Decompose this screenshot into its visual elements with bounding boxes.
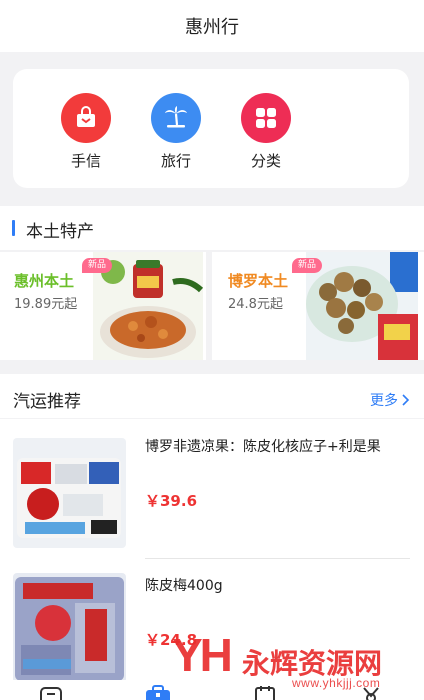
chevron-right-icon: [402, 394, 410, 406]
specialty-price: 24.8元起: [228, 297, 283, 312]
section-accent-bar: [12, 220, 15, 236]
product-item[interactable]: 博罗非遗凉果：陈皮化核应子+利是果 ￥39.6: [0, 419, 424, 559]
specialty-section-header: 本土特产: [0, 206, 424, 250]
new-badge: 新品: [292, 258, 322, 273]
product-image: [13, 438, 126, 548]
product-price: ￥24.8: [145, 631, 198, 649]
person-tab-icon: [363, 687, 379, 700]
quick-entry-category[interactable]: 分类: [234, 93, 298, 171]
product-title: 博罗非遗凉果：陈皮化核应子+利是果: [145, 439, 381, 455]
quick-entry-label: 分类: [250, 152, 281, 170]
quick-entry-label: 手信: [70, 152, 101, 170]
product-title: 陈皮梅400g: [145, 578, 223, 594]
recommend-section-header: 汽运推荐: [0, 374, 424, 418]
tab-shop[interactable]: [145, 684, 171, 700]
new-badge: 新品: [82, 258, 112, 273]
product-price: ￥39.6: [145, 492, 198, 510]
gift-bag-icon: [61, 93, 111, 143]
tab-profile[interactable]: [358, 684, 384, 700]
palm-tree-icon: [151, 93, 201, 143]
home-tab-icon: [40, 687, 62, 700]
specialty-card-boluo[interactable]: 博罗本土 24.8元起 新品: [212, 252, 424, 360]
more-link[interactable]: 更多: [370, 390, 410, 410]
app-header: 惠州行: [0, 0, 424, 52]
page-title: 惠州行: [185, 17, 239, 38]
grid-category-icon: [241, 93, 291, 143]
tab-orders[interactable]: [252, 684, 278, 700]
specialty-name: 博罗本土: [228, 272, 289, 290]
bottom-tab-bar: [0, 680, 424, 700]
specialty-name: 惠州本土: [14, 272, 75, 290]
quick-entry-card: 手信 旅行 分类: [13, 69, 409, 188]
quick-entry-travel[interactable]: 旅行: [144, 93, 208, 171]
section-title: 本土特产: [26, 222, 94, 242]
briefcase-tab-icon: [146, 685, 170, 700]
quick-entry-label: 旅行: [160, 152, 191, 170]
quick-entry-gift[interactable]: 手信: [54, 93, 118, 171]
product-item[interactable]: 陈皮梅400g ￥24.8: [0, 559, 424, 699]
product-image: [13, 573, 126, 683]
specialty-card-huizhou[interactable]: 惠州本土 19.89元起 新品: [0, 252, 206, 360]
specialty-image: [306, 252, 418, 360]
specialty-price: 19.89元起: [14, 297, 78, 312]
section-title: 汽运推荐: [13, 392, 81, 412]
more-label: 更多: [370, 393, 398, 409]
document-tab-icon: [255, 686, 275, 700]
tab-home[interactable]: [38, 684, 64, 700]
